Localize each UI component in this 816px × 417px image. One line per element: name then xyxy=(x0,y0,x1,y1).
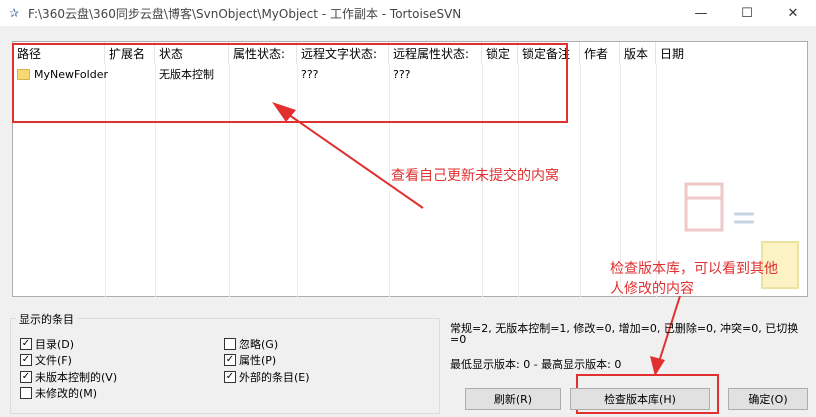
status-summary-line1: 常规=2, 无版本控制=1, 修改=0, 增加=0, 已删除=0, 冲突=0, … xyxy=(450,322,799,335)
checkbox-checked-icon: ✓ xyxy=(20,338,32,350)
checkbox-unchecked-icon xyxy=(20,387,32,399)
check-repository-button[interactable]: 检查版本库(H) xyxy=(570,388,710,410)
checkbox-checked-icon: ✓ xyxy=(20,371,32,383)
checkbox-files[interactable]: ✓ 文件(F) xyxy=(20,352,72,368)
checkbox-unmodified[interactable]: 未修改的(M) xyxy=(20,385,97,401)
status-summary-line2: =0 xyxy=(450,333,467,346)
refresh-button[interactable]: 刷新(R) xyxy=(465,388,561,410)
svn-check-modifications-window: ✰ F:\360云盘\360同步云盘\博客\SvnObject\MyObject… xyxy=(0,0,816,417)
checkbox-label: 忽略(G) xyxy=(239,338,279,351)
annotation-local-changes: 查看自己更新未提交的内窝 xyxy=(391,168,559,184)
checkbox-label: 文件(F) xyxy=(35,354,72,367)
checkbox-label: 目录(D) xyxy=(35,338,75,351)
checkbox-directories[interactable]: ✓ 目录(D) xyxy=(20,336,74,352)
checkbox-unversioned[interactable]: ✓ 未版本控制的(V) xyxy=(20,369,117,385)
annotation-check-repo-line1: 检查版本库，可以看到其他 xyxy=(610,261,778,277)
annotation-check-repo-line2: 人修改的内容 xyxy=(610,281,694,297)
checkbox-label: 未修改的(M) xyxy=(35,387,98,400)
checkbox-checked-icon: ✓ xyxy=(20,354,32,366)
checkbox-externals[interactable]: ✓ 外部的条目(E) xyxy=(224,369,310,385)
checkbox-label: 未版本控制的(V) xyxy=(35,371,118,384)
checkbox-label: 属性(P) xyxy=(239,354,277,367)
status-versions: 最低显示版本: 0 - 最高显示版本: 0 xyxy=(450,358,622,371)
checkbox-checked-icon: ✓ xyxy=(224,354,236,366)
checkbox-ignored[interactable]: 忽略(G) xyxy=(224,336,278,352)
checkbox-unchecked-icon xyxy=(224,338,236,350)
checkbox-label: 外部的条目(E) xyxy=(239,371,310,384)
checkbox-checked-icon: ✓ xyxy=(224,371,236,383)
show-items-title: 显示的条目 xyxy=(16,311,77,327)
ok-button[interactable]: 确定(O) xyxy=(728,388,808,410)
checkbox-properties[interactable]: ✓ 属性(P) xyxy=(224,352,276,368)
